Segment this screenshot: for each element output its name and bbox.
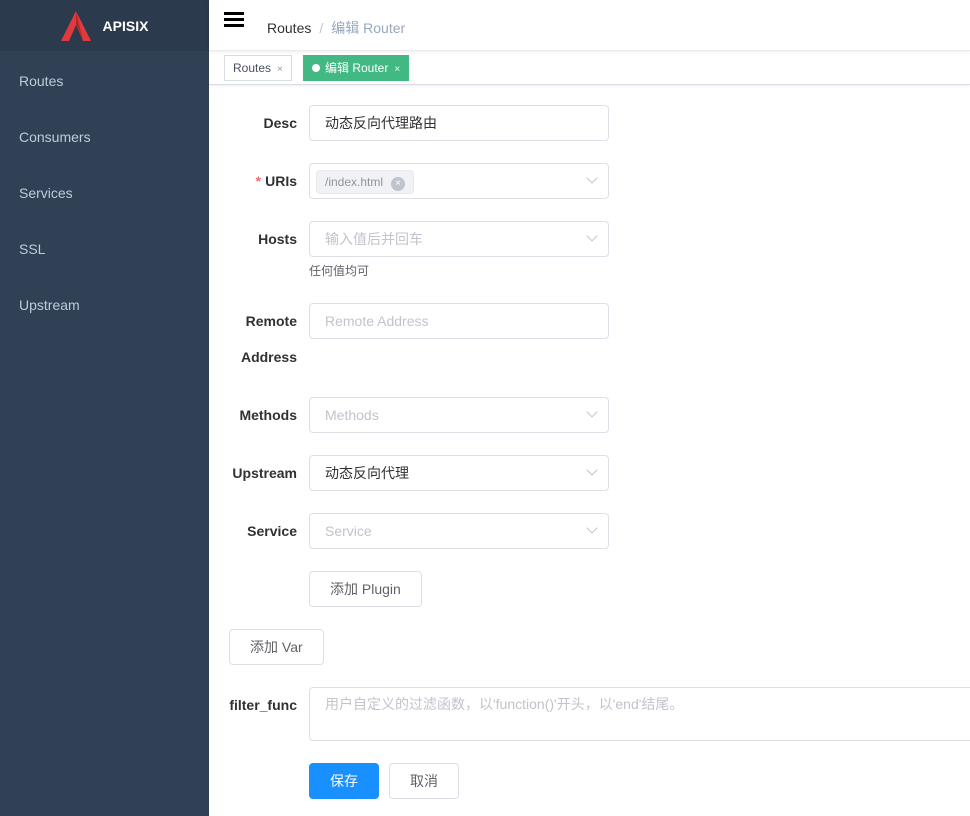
sidebar-item-upstream[interactable]: Upstream bbox=[0, 277, 209, 333]
methods-placeholder: Methods bbox=[325, 407, 379, 423]
remote-address-input[interactable]: Remote Address bbox=[309, 303, 609, 339]
save-button[interactable]: 保存 bbox=[309, 763, 379, 799]
upstream-label: Upstream bbox=[232, 465, 297, 481]
uris-select[interactable]: /index.html × bbox=[309, 163, 609, 199]
uris-label-text: URIs bbox=[265, 173, 297, 189]
sidebar-item-services[interactable]: Services bbox=[0, 165, 209, 221]
close-icon[interactable]: × bbox=[277, 64, 283, 75]
navbar: Routes / 编辑 Router bbox=[209, 0, 970, 51]
upstream-select[interactable]: 动态反向代理 bbox=[309, 455, 609, 491]
filter-func-textarea[interactable]: 用户自定义的过滤函数，以'function()'开头，以'end'结尾。 bbox=[309, 687, 970, 741]
remote-address-placeholder: Remote Address bbox=[325, 313, 429, 329]
service-placeholder: Service bbox=[325, 523, 372, 539]
uris-label: * URIs bbox=[207, 173, 297, 189]
chevron-down-icon bbox=[586, 230, 598, 242]
chevron-down-icon bbox=[586, 172, 598, 184]
cancel-button[interactable]: 取消 bbox=[389, 763, 459, 799]
chevron-down-icon bbox=[586, 406, 598, 418]
breadcrumb: Routes / 编辑 Router bbox=[267, 18, 405, 38]
chevron-down-icon bbox=[586, 464, 598, 476]
remote-address-label-1: Remote bbox=[245, 313, 297, 329]
hosts-label: Hosts bbox=[258, 231, 297, 247]
sidebar-item-consumers[interactable]: Consumers bbox=[0, 109, 209, 165]
sidebar: APISIX Routes Consumers Services SSL Ups… bbox=[0, 0, 209, 816]
upstream-value: 动态反向代理 bbox=[325, 465, 409, 481]
add-var-button[interactable]: 添加 Var bbox=[229, 629, 324, 665]
hosts-help: 任何值均可 bbox=[309, 264, 370, 278]
desc-input[interactable]: 动态反向代理路由 bbox=[309, 105, 609, 141]
methods-select[interactable]: Methods bbox=[309, 397, 609, 433]
service-select[interactable]: Service bbox=[309, 513, 609, 549]
hosts-placeholder: 输入值后并回车 bbox=[325, 231, 423, 247]
filter-func-label: filter_func bbox=[229, 697, 297, 713]
brand-name: APISIX bbox=[102, 17, 149, 34]
apisix-logo-icon bbox=[60, 10, 91, 41]
add-plugin-button[interactable]: 添加 Plugin bbox=[309, 571, 422, 607]
required-mark: * bbox=[255, 173, 262, 189]
chip-label: /index.html bbox=[325, 175, 384, 190]
uri-chip: /index.html × bbox=[316, 170, 415, 195]
chip-close-icon[interactable]: × bbox=[391, 177, 406, 192]
active-dot-icon bbox=[312, 64, 320, 72]
hamburger-icon[interactable] bbox=[224, 12, 244, 30]
tag-edit-router[interactable]: 编辑 Router × bbox=[303, 55, 410, 81]
logo[interactable]: APISIX bbox=[0, 0, 209, 51]
filter-func-placeholder: 用户自定义的过滤函数，以'function()'开头，以'end'结尾。 bbox=[325, 696, 684, 712]
remote-address-label-2: Address bbox=[240, 349, 297, 365]
breadcrumb-separator: / bbox=[319, 20, 324, 36]
service-label: Service bbox=[247, 523, 297, 539]
breadcrumb-current: 编辑 Router bbox=[331, 20, 406, 36]
tag-label: Routes bbox=[233, 61, 272, 75]
methods-label: Methods bbox=[239, 407, 297, 423]
chevron-down-icon bbox=[586, 522, 598, 534]
tags-view: Routes × 编辑 Router × bbox=[209, 51, 970, 85]
hosts-select[interactable]: 输入值后并回车 bbox=[309, 221, 609, 257]
sidebar-item-ssl[interactable]: SSL bbox=[0, 221, 209, 277]
sidebar-item-routes[interactable]: Routes bbox=[0, 53, 209, 109]
tag-label: 编辑 Router bbox=[325, 61, 389, 75]
tag-routes[interactable]: Routes × bbox=[224, 55, 292, 81]
desc-label: Desc bbox=[263, 115, 297, 131]
close-icon[interactable]: × bbox=[394, 64, 400, 75]
breadcrumb-routes[interactable]: Routes bbox=[267, 20, 311, 36]
